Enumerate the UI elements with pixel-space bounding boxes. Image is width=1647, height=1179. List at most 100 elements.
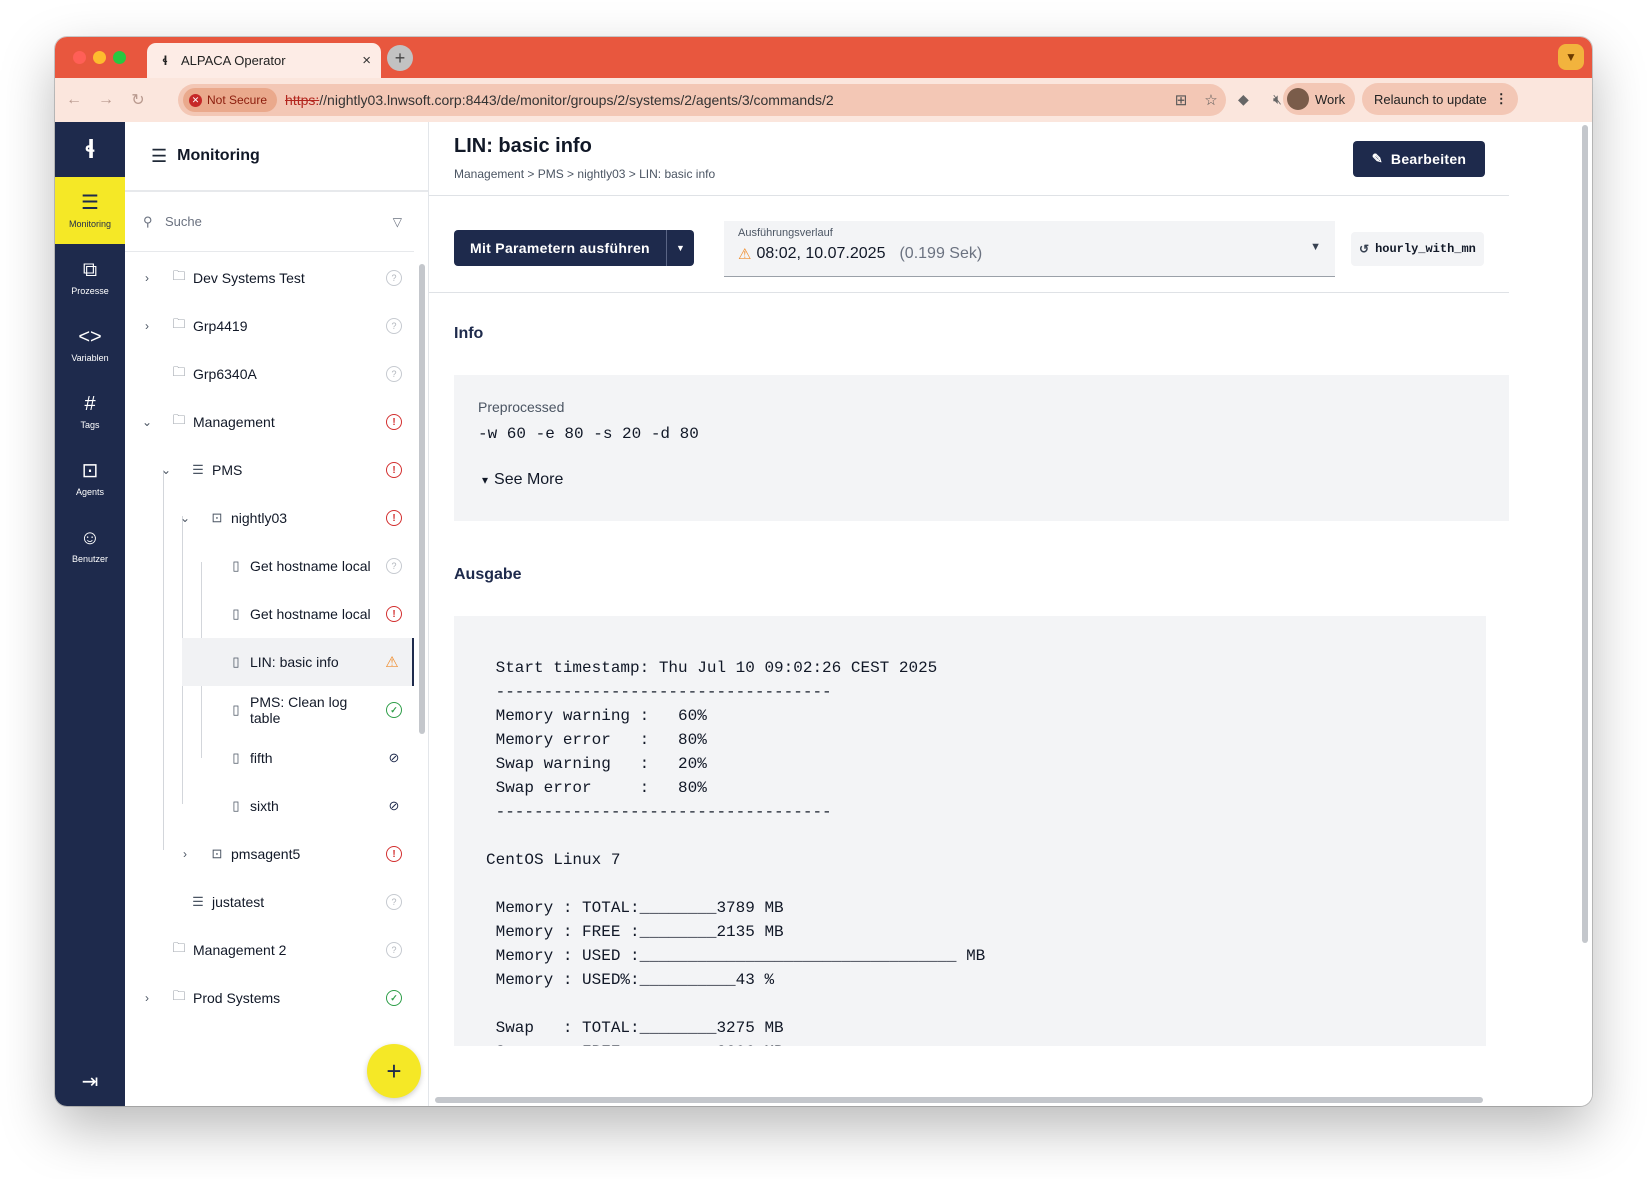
tree-node-folder[interactable]: › 🗀︎ Grp4419 ? [125, 302, 414, 350]
edit-button[interactable]: ✎ Bearbeiten [1353, 141, 1485, 177]
tree-node-command[interactable]: ▯ PMS: Clean log table ✓ [125, 686, 414, 734]
rail-item-agents[interactable]: ⊡ Agents [55, 445, 125, 512]
tree-node-label: Grp6340A [193, 366, 257, 382]
status-ok-icon: ✓ [386, 702, 402, 718]
extension-diamond-icon[interactable]: ◆ [1238, 91, 1249, 108]
chevron-right-icon[interactable]: › [177, 847, 193, 861]
preprocessed-value: -w 60 -e 80 -s 20 -d 80 [478, 425, 699, 443]
bookmark-star-icon[interactable]: ☆ [1196, 91, 1226, 109]
sidebar-scrollbar[interactable] [419, 264, 425, 734]
tree-node-system[interactable]: ☰ justatest ? [125, 878, 414, 926]
tree-node-system[interactable]: ⌄ ☰ PMS ! [125, 446, 414, 494]
add-button[interactable]: + [367, 1044, 421, 1098]
see-more-label: See More [494, 471, 564, 488]
tree-node-folder[interactable]: ⌄ 🗀︎ Management ! [125, 398, 414, 446]
rail-item-tags[interactable]: # Tags [55, 378, 125, 445]
warning-circle-icon: ✕ [189, 93, 202, 107]
rail-item-variablen[interactable]: <> Variablen [55, 311, 125, 378]
file-icon: ▯ [232, 558, 240, 573]
rail-label: Monitoring [68, 218, 112, 229]
browser-window: ɬ ALPACA Operator × + ▼ ← → ↻ ✕ Not Secu… [55, 37, 1592, 1106]
chevron-right-icon[interactable]: › [139, 319, 155, 333]
status-warning-icon: ⚠ [385, 654, 399, 671]
address-bar[interactable]: ✕ Not Secure https://nightly03.lnwsoft.c… [178, 84, 1226, 116]
rail-item-monitoring[interactable]: ☰ Monitoring [55, 177, 125, 244]
run-with-parameters-button[interactable]: Mit Parametern ausführen [454, 230, 666, 266]
warning-icon: ⚠ [738, 246, 752, 263]
tree-node-command[interactable]: ▯ fifth ⊘ [125, 734, 414, 782]
status-error-icon: ! [386, 846, 402, 862]
reload-icon[interactable]: ↻ [125, 90, 151, 110]
output-panel: Start timestamp: Thu Jul 10 09:02:26 CES… [454, 616, 1486, 1046]
not-secure-badge[interactable]: ✕ Not Secure [183, 88, 278, 112]
edit-button-label: Bearbeiten [1390, 151, 1467, 167]
collapse-menu-icon[interactable]: ☰ [151, 146, 167, 167]
rail-item-benutzer[interactable]: ☺ Benutzer [55, 512, 125, 579]
schedule-label: hourly_with_mn [1375, 242, 1476, 256]
relaunch-button[interactable]: Relaunch to update ⋮ [1362, 83, 1518, 115]
file-icon: ▯ [232, 606, 240, 621]
dropdown-caret-icon[interactable]: ▼ [1310, 241, 1321, 253]
execution-history-select[interactable]: Ausführungsverlauf ⚠ 08:02, 10.07.2025 (… [724, 221, 1335, 277]
translate-icon[interactable]: ⊞ [1166, 91, 1196, 109]
url-path: //nightly03.lnwsoft.corp:8443/de/monitor… [319, 92, 834, 108]
tree-node-agent[interactable]: ⌄ ⊡ nightly03 ! [125, 494, 414, 542]
chevron-down-icon[interactable]: ⌄ [177, 511, 193, 525]
tree-node-label: Prod Systems [193, 990, 281, 1006]
rail-item-prozesse[interactable]: ⧉ Prozesse [55, 244, 125, 311]
tree-node-folder[interactable]: › 🗀︎ Prod Systems ✓ [125, 974, 414, 1022]
close-window-button[interactable] [73, 51, 86, 64]
status-unknown-icon: ? [386, 558, 402, 574]
tree-node-folder[interactable]: 🗀︎ Management 2 ? [125, 926, 414, 974]
status-ok-icon: ✓ [386, 990, 402, 1006]
code-icon: <> [78, 325, 102, 348]
mute-icon[interactable]: 🔇︎ [1273, 91, 1282, 108]
filter-icon[interactable]: ▽ [393, 215, 402, 229]
chevron-right-icon[interactable]: › [139, 271, 155, 285]
tree-node-command[interactable]: ▯ sixth ⊘ [125, 782, 414, 830]
tree-node-label: Grp4419 [193, 318, 248, 334]
tree-node-folder[interactable]: 🗀︎ Grp6340A ? [125, 350, 414, 398]
forward-arrow-icon[interactable]: → [93, 91, 119, 109]
tab-close-icon[interactable]: × [362, 52, 371, 69]
main-vertical-scrollbar[interactable] [1582, 125, 1588, 943]
schedule-chip[interactable]: ↺ hourly_with_mn [1351, 232, 1484, 266]
chevron-down-icon[interactable]: ⌄ [158, 463, 174, 477]
tree-node-label: Management [193, 414, 275, 430]
browser-tab[interactable]: ɬ ALPACA Operator × [147, 43, 381, 78]
status-unknown-icon: ? [386, 366, 402, 382]
tree-node-agent[interactable]: › ⊡ pmsagent5 ! [125, 830, 414, 878]
tab-search-chevron-icon[interactable]: ▼ [1558, 44, 1584, 70]
tree-node-command[interactable]: ▯ Get hostname local ? [125, 542, 414, 590]
tree-node-label: Management 2 [193, 942, 287, 958]
tree-node-command[interactable]: ▯ Get hostname local ! [125, 590, 414, 638]
tree-node-folder[interactable]: › 🗀︎ Dev Systems Test ? [125, 254, 414, 302]
tree-node-command-selected[interactable]: ▯ LIN: basic info ⚠ [182, 638, 414, 686]
main-content: LIN: basic info Management > PMS > night… [429, 122, 1592, 1106]
profile-chip[interactable]: Work [1283, 83, 1356, 115]
execution-duration: (0.199 Sek) [899, 245, 983, 262]
main-horizontal-scrollbar[interactable] [435, 1097, 1483, 1103]
more-vert-icon[interactable]: ⋮ [1495, 91, 1508, 107]
alpaca-logo-icon[interactable]: ɬ [55, 122, 125, 177]
nav-rail: ɬ ☰ Monitoring ⧉ Prozesse <> Variablen #… [55, 122, 125, 1106]
folder-icon: 🗀︎ [172, 940, 186, 955]
tree-node-label: justatest [212, 894, 265, 910]
page-title: LIN: basic info [454, 135, 592, 157]
see-more-toggle[interactable]: ▾ See More [482, 471, 563, 489]
maximize-window-button[interactable] [113, 51, 126, 64]
search-field[interactable]: ⚲ Suche ▽ [125, 192, 414, 252]
minimize-window-button[interactable] [93, 51, 106, 64]
back-arrow-icon[interactable]: ← [61, 91, 87, 109]
chevron-down-icon[interactable]: ⌄ [139, 415, 155, 429]
rail-label: Tags [80, 419, 100, 430]
run-dropdown-caret-icon[interactable]: ▼ [665, 230, 694, 266]
folder-icon: 🗀︎ [172, 412, 186, 427]
logout-icon[interactable]: ⇥ [55, 1069, 125, 1094]
breadcrumb[interactable]: Management > PMS > nightly03 > LIN: basi… [454, 167, 715, 181]
url-text[interactable]: https://nightly03.lnwsoft.corp:8443/de/m… [285, 92, 1166, 108]
new-tab-button[interactable]: + [387, 45, 413, 71]
search-input[interactable]: Suche [165, 214, 393, 229]
divider [429, 292, 1509, 293]
chevron-right-icon[interactable]: › [139, 991, 155, 1005]
